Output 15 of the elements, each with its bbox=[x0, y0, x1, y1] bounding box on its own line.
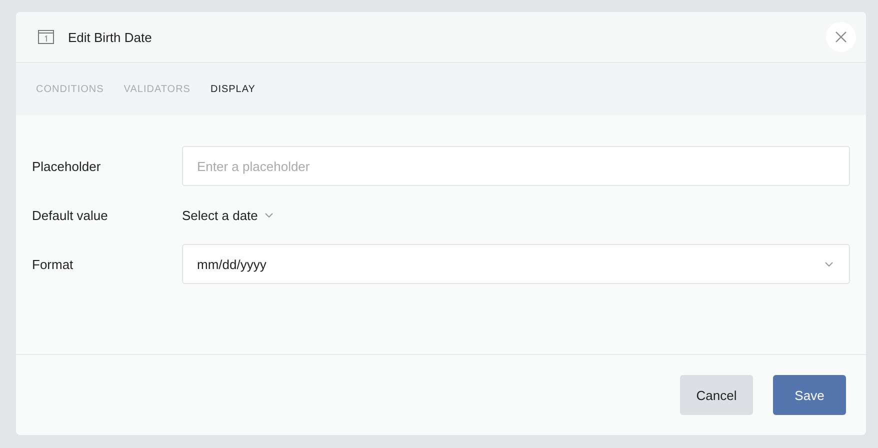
field-label: Format bbox=[32, 256, 74, 272]
field-label: Default value bbox=[32, 208, 109, 222]
chevron-down-icon bbox=[825, 262, 833, 266]
tab[interactable]: DISPLAY bbox=[210, 84, 256, 94]
cancel-button[interactable]: Cancel bbox=[680, 375, 753, 415]
chevron-down-icon bbox=[264, 212, 273, 218]
close-icon bbox=[835, 31, 847, 43]
input-field[interactable]: Enter a placeholder bbox=[182, 146, 850, 186]
calendar-icon bbox=[38, 30, 54, 44]
save-button[interactable]: Save bbox=[773, 375, 846, 415]
date-dropdown[interactable]: Select a date bbox=[182, 208, 273, 222]
dialog-title: Edit Birth Date bbox=[68, 30, 153, 44]
field-label: Placeholder bbox=[32, 158, 102, 174]
select-field[interactable]: mm/dd/yyyy bbox=[182, 244, 850, 284]
close-button[interactable] bbox=[826, 22, 856, 52]
